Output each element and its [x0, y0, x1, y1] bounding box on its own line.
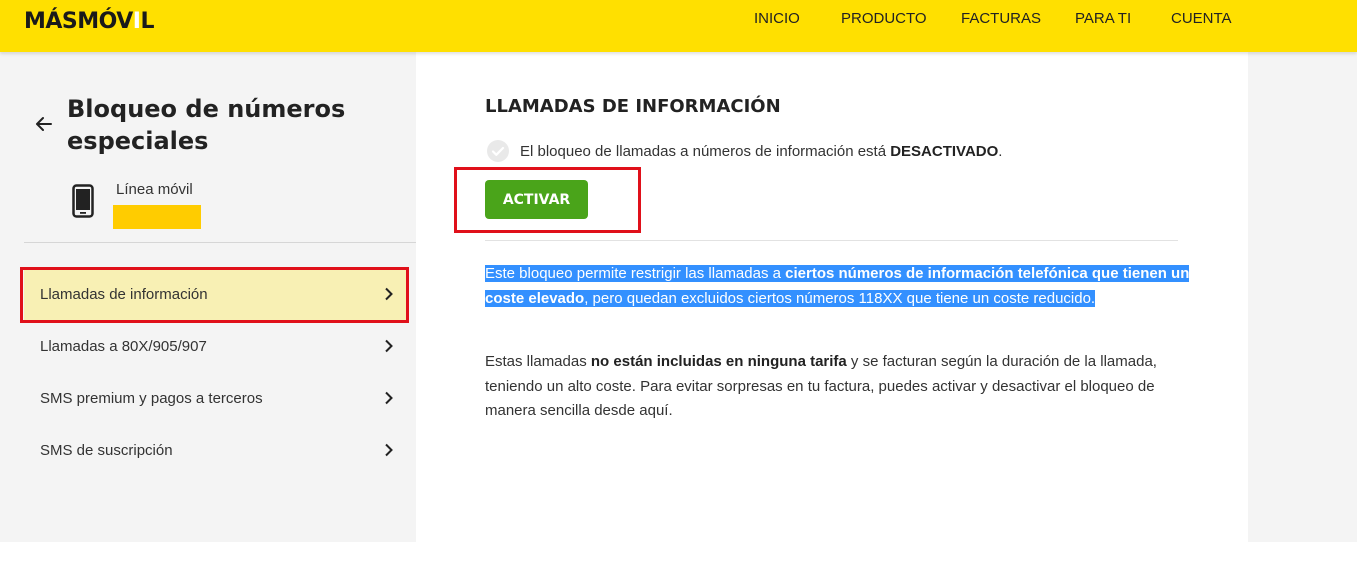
status-suffix: .: [998, 143, 1003, 160]
logo-text-right: L: [140, 9, 155, 34]
logo-text-left: MÁSMÓV: [24, 9, 133, 34]
sidebar-item-label: SMS de suscripción: [40, 442, 173, 459]
nav-facturas[interactable]: FACTURAS: [961, 10, 1041, 30]
chevron-right-icon: [385, 339, 393, 353]
nav-para-ti[interactable]: PARA TI: [1075, 10, 1131, 30]
sidebar-item-sms-premium[interactable]: SMS premium y pagos a terceros: [24, 374, 406, 424]
status-prefix: El bloqueo de llamadas a números de info…: [520, 143, 891, 160]
back-arrow-icon[interactable]: [32, 112, 56, 136]
line-number-redacted: [113, 205, 201, 229]
activate-button[interactable]: ACTIVAR: [485, 180, 588, 219]
page-title: Bloqueo de números especiales: [67, 95, 346, 155]
sidebar-item-label: SMS premium y pagos a terceros: [40, 390, 263, 407]
description-paragraph-selected: Este bloqueo permite restrigir las llama…: [485, 265, 1190, 307]
right-margin-panel: [1248, 52, 1357, 542]
nav-producto[interactable]: PRODUCTO: [841, 10, 927, 30]
sidebar-item-label: Llamadas a 80X/905/907: [40, 338, 207, 355]
content-divider: [485, 240, 1178, 241]
section-title: LLAMADAS DE INFORMACIÓN: [485, 96, 781, 117]
sidebar-divider: [24, 242, 416, 243]
sidebar-item-label: Llamadas de información: [40, 286, 208, 303]
chevron-right-icon: [385, 391, 393, 405]
sidebar-item-sms-suscripcion[interactable]: SMS de suscripción: [24, 426, 406, 476]
check-circle-icon: [487, 140, 509, 162]
masmovil-logo[interactable]: MÁSMÓVIL: [24, 9, 154, 34]
top-navigation-bar: MÁSMÓVIL INICIO PRODUCTO FACTURAS PARA T…: [0, 0, 1357, 52]
status-value: DESACTIVADO: [890, 143, 999, 160]
line-type-label: Línea móvil: [116, 181, 193, 198]
chevron-right-icon: [385, 443, 393, 457]
sidebar-item-llamadas-informacion[interactable]: Llamadas de información: [24, 270, 406, 320]
nav-inicio[interactable]: INICIO: [754, 10, 800, 30]
chevron-right-icon: [385, 287, 393, 301]
billing-info-paragraph: Estas llamadas no están incluidas en nin…: [485, 353, 1157, 419]
mobile-phone-icon: [72, 184, 94, 218]
block-status-text: El bloqueo de llamadas a números de info…: [520, 143, 1002, 160]
sidebar-item-llamadas-80x[interactable]: Llamadas a 80X/905/907: [24, 322, 406, 372]
nav-cuenta[interactable]: CUENTA: [1171, 10, 1232, 30]
